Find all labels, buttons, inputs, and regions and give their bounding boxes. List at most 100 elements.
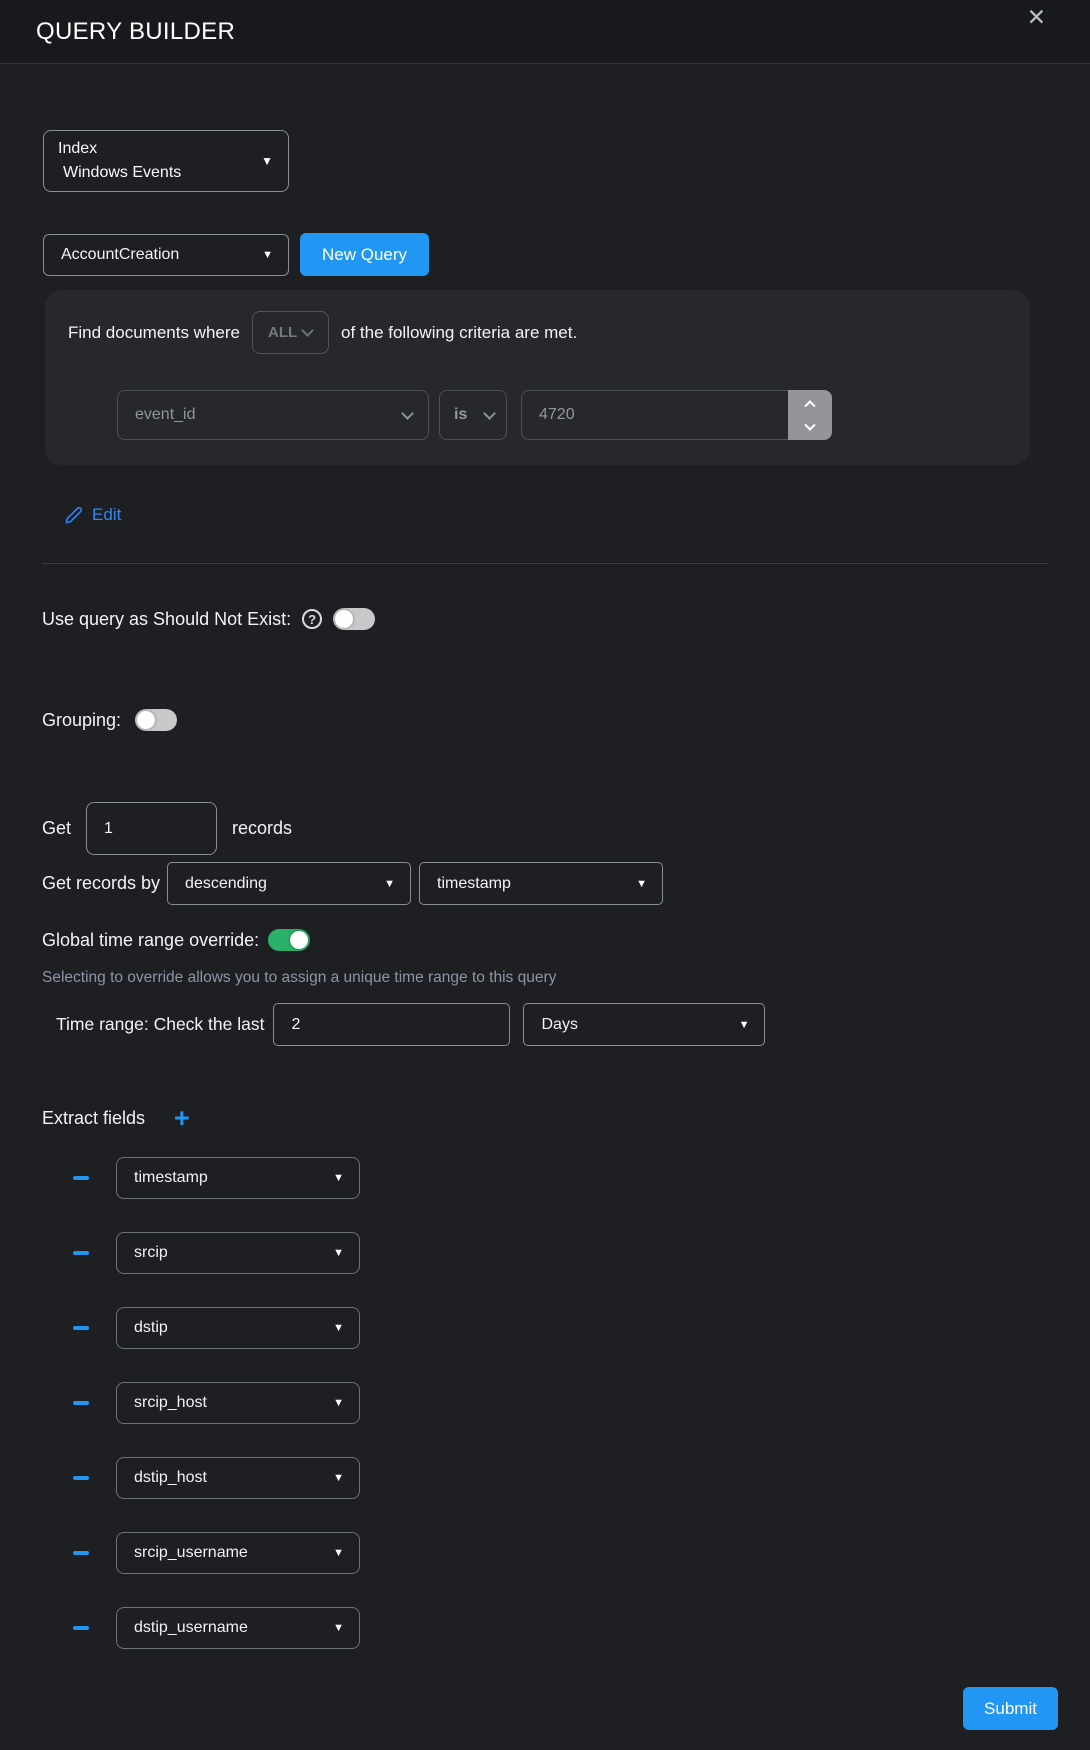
caret-down-icon: ▼ [384, 878, 410, 890]
sort-order-select[interactable]: descending ▼ [167, 862, 411, 905]
extract-field-select[interactable]: dstip_host ▼ [116, 1457, 360, 1499]
extract-field-select[interactable]: srcip_username ▼ [116, 1532, 360, 1574]
caret-down-icon: ▼ [739, 1019, 765, 1031]
query-builder-modal: QUERY BUILDER ✕ Index Windows Events ▼ A… [0, 0, 1090, 1750]
edit-link[interactable]: Edit [64, 505, 121, 525]
match-type-value: ALL [253, 324, 297, 341]
criteria-value-input[interactable] [522, 391, 831, 439]
page-title: QUERY BUILDER [36, 18, 235, 46]
should-not-exist-label: Use query as Should Not Exist: [42, 609, 291, 630]
add-field-icon[interactable]: + [174, 1105, 190, 1132]
submit-button[interactable]: Submit [963, 1687, 1058, 1730]
number-spinner [788, 390, 832, 440]
edit-link-label: Edit [92, 505, 121, 525]
new-query-button[interactable]: New Query [300, 233, 429, 276]
close-icon[interactable]: ✕ [1027, 6, 1046, 29]
extract-fields-header: Extract fields + [42, 1105, 190, 1132]
time-range-value-input[interactable] [273, 1003, 510, 1046]
get-records-by-row: Get records by descending ▼ timestamp ▼ [42, 862, 663, 905]
remove-field-icon[interactable] [73, 1551, 89, 1555]
time-range-unit-select[interactable]: Days ▼ [523, 1003, 765, 1046]
remove-field-icon[interactable] [73, 1401, 89, 1405]
remove-field-icon[interactable] [73, 1176, 89, 1180]
extract-field-select[interactable]: dstip ▼ [116, 1307, 360, 1349]
extract-field-row: dstip_username ▼ [73, 1607, 360, 1649]
criteria-field-value: event_id [118, 406, 196, 424]
sort-field-value: timestamp [420, 875, 511, 893]
global-override-label: Global time range override: [42, 930, 259, 951]
index-select-label: Index [58, 140, 97, 158]
extract-field-value: dstip_host [117, 1469, 207, 1487]
remove-field-icon[interactable] [73, 1251, 89, 1255]
get-records-row: Get records [42, 802, 292, 855]
criteria-operator-select[interactable]: is [439, 390, 507, 440]
chevron-down-icon [483, 407, 496, 420]
criteria-value-field [521, 390, 832, 440]
criteria-prefix-text: Find documents where [68, 323, 240, 343]
grouping-label: Grouping: [42, 710, 121, 731]
criteria-panel: Find documents where ALL of the followin… [45, 290, 1030, 465]
spinner-up-button[interactable] [788, 390, 832, 415]
caret-down-icon: ▼ [333, 1247, 359, 1259]
criteria-row: event_id is [117, 390, 832, 440]
criteria-sentence: Find documents where ALL of the followin… [68, 311, 577, 354]
get-records-prefix: Get [42, 818, 71, 839]
toggle-knob [335, 610, 353, 628]
extract-field-row: dstip_host ▼ [73, 1457, 360, 1499]
get-records-suffix: records [232, 818, 292, 839]
extract-field-select[interactable]: timestamp ▼ [116, 1157, 360, 1199]
caret-down-icon: ▼ [333, 1472, 359, 1484]
extract-field-row: srcip_username ▼ [73, 1532, 360, 1574]
extract-field-row: dstip ▼ [73, 1307, 360, 1349]
match-type-select[interactable]: ALL [252, 311, 329, 354]
extract-field-row: srcip_host ▼ [73, 1382, 360, 1424]
caret-down-icon: ▼ [333, 1172, 359, 1184]
index-select[interactable]: Index Windows Events ▼ [43, 130, 289, 192]
toggle-knob [137, 711, 155, 729]
extract-field-row: timestamp ▼ [73, 1157, 360, 1199]
spinner-down-button[interactable] [788, 415, 832, 440]
sort-order-value: descending [168, 875, 267, 893]
extract-field-value: srcip_host [117, 1394, 207, 1412]
modal-header: QUERY BUILDER ✕ [0, 0, 1090, 64]
extract-field-value: dstip [117, 1319, 168, 1337]
chevron-down-icon [804, 419, 815, 430]
caret-down-icon: ▼ [333, 1547, 359, 1559]
chevron-down-icon [301, 324, 314, 337]
remove-field-icon[interactable] [73, 1626, 89, 1630]
caret-down-icon: ▼ [333, 1622, 359, 1634]
extract-field-value: srcip [117, 1244, 168, 1262]
chevron-up-icon [804, 400, 815, 411]
remove-field-icon[interactable] [73, 1326, 89, 1330]
toggle-knob [290, 931, 308, 949]
chevron-down-icon [401, 407, 414, 420]
saved-query-select[interactable]: AccountCreation ▼ [43, 234, 289, 276]
pencil-icon [64, 506, 83, 525]
remove-field-icon[interactable] [73, 1476, 89, 1480]
extract-field-select[interactable]: srcip ▼ [116, 1232, 360, 1274]
get-records-by-label: Get records by [42, 873, 160, 894]
global-override-toggle[interactable] [268, 929, 310, 951]
criteria-operator-value: is [440, 406, 467, 424]
extract-field-value: dstip_username [117, 1619, 248, 1637]
index-select-value: Windows Events [63, 164, 181, 182]
criteria-suffix-text: of the following criteria are met. [341, 323, 577, 343]
help-icon[interactable]: ? [302, 609, 322, 629]
record-count-input[interactable] [86, 802, 217, 855]
extract-field-select[interactable]: dstip_username ▼ [116, 1607, 360, 1649]
caret-down-icon: ▼ [333, 1397, 359, 1409]
extract-field-row: srcip ▼ [73, 1232, 360, 1274]
extract-fields-label: Extract fields [42, 1108, 145, 1129]
caret-down-icon: ▼ [636, 878, 662, 890]
grouping-toggle[interactable] [135, 709, 177, 731]
criteria-field-select[interactable]: event_id [117, 390, 429, 440]
caret-down-icon: ▼ [261, 154, 273, 168]
time-range-label: Time range: Check the last [56, 1014, 264, 1035]
sort-field-select[interactable]: timestamp ▼ [419, 862, 663, 905]
time-range-unit-value: Days [524, 1016, 577, 1034]
should-not-exist-toggle[interactable] [333, 608, 375, 630]
extract-field-select[interactable]: srcip_host ▼ [116, 1382, 360, 1424]
extract-field-value: timestamp [117, 1169, 208, 1187]
time-range-row: Time range: Check the last Days ▼ [56, 1003, 765, 1046]
global-override-hint: Selecting to override allows you to assi… [42, 969, 556, 987]
